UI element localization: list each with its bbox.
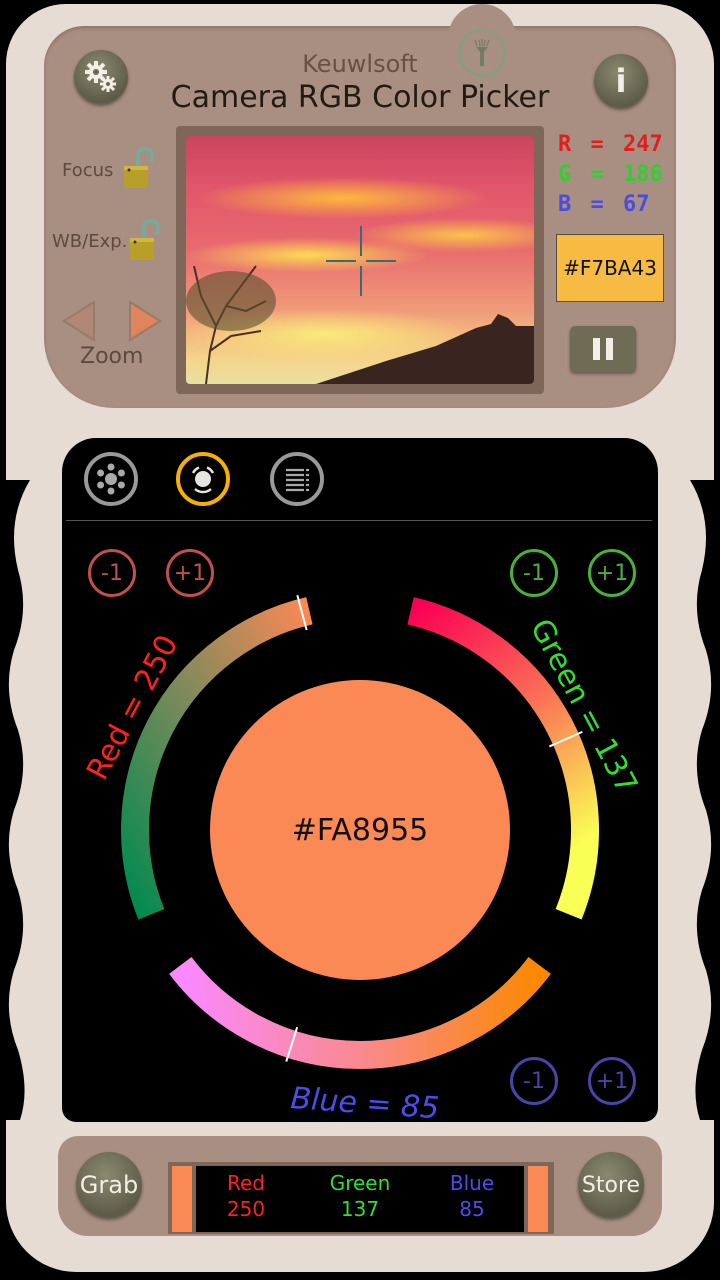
readout-blue: Blue 85: [422, 1170, 522, 1222]
readout-red-value: 250: [226, 1197, 266, 1221]
blue-dial-label: Blue = 85: [289, 1081, 440, 1126]
readout-green-value: 137: [340, 1197, 380, 1221]
readout-blue-title: Blue: [449, 1171, 495, 1195]
left-color-swatch: [172, 1166, 192, 1232]
readout-red-title: Red: [227, 1171, 265, 1195]
readout-green-title: Green: [329, 1171, 391, 1195]
store-label: Store: [581, 1172, 641, 1198]
right-color-swatch: [528, 1166, 548, 1232]
readout-green: Green 137: [310, 1170, 410, 1222]
store-button[interactable]: Store: [578, 1152, 644, 1218]
grab-button[interactable]: Grab: [76, 1152, 142, 1218]
readout-red: Red 250: [196, 1170, 296, 1222]
grab-label: Grab: [79, 1171, 139, 1199]
readout-blue-value: 85: [459, 1197, 485, 1221]
mixed-color-swatch: #FA8955: [210, 680, 510, 980]
rgb-dials: Red = 250 Green = 137 Blue = 85: [80, 594, 644, 1126]
mixed-color-hex: #FA8955: [291, 812, 429, 848]
